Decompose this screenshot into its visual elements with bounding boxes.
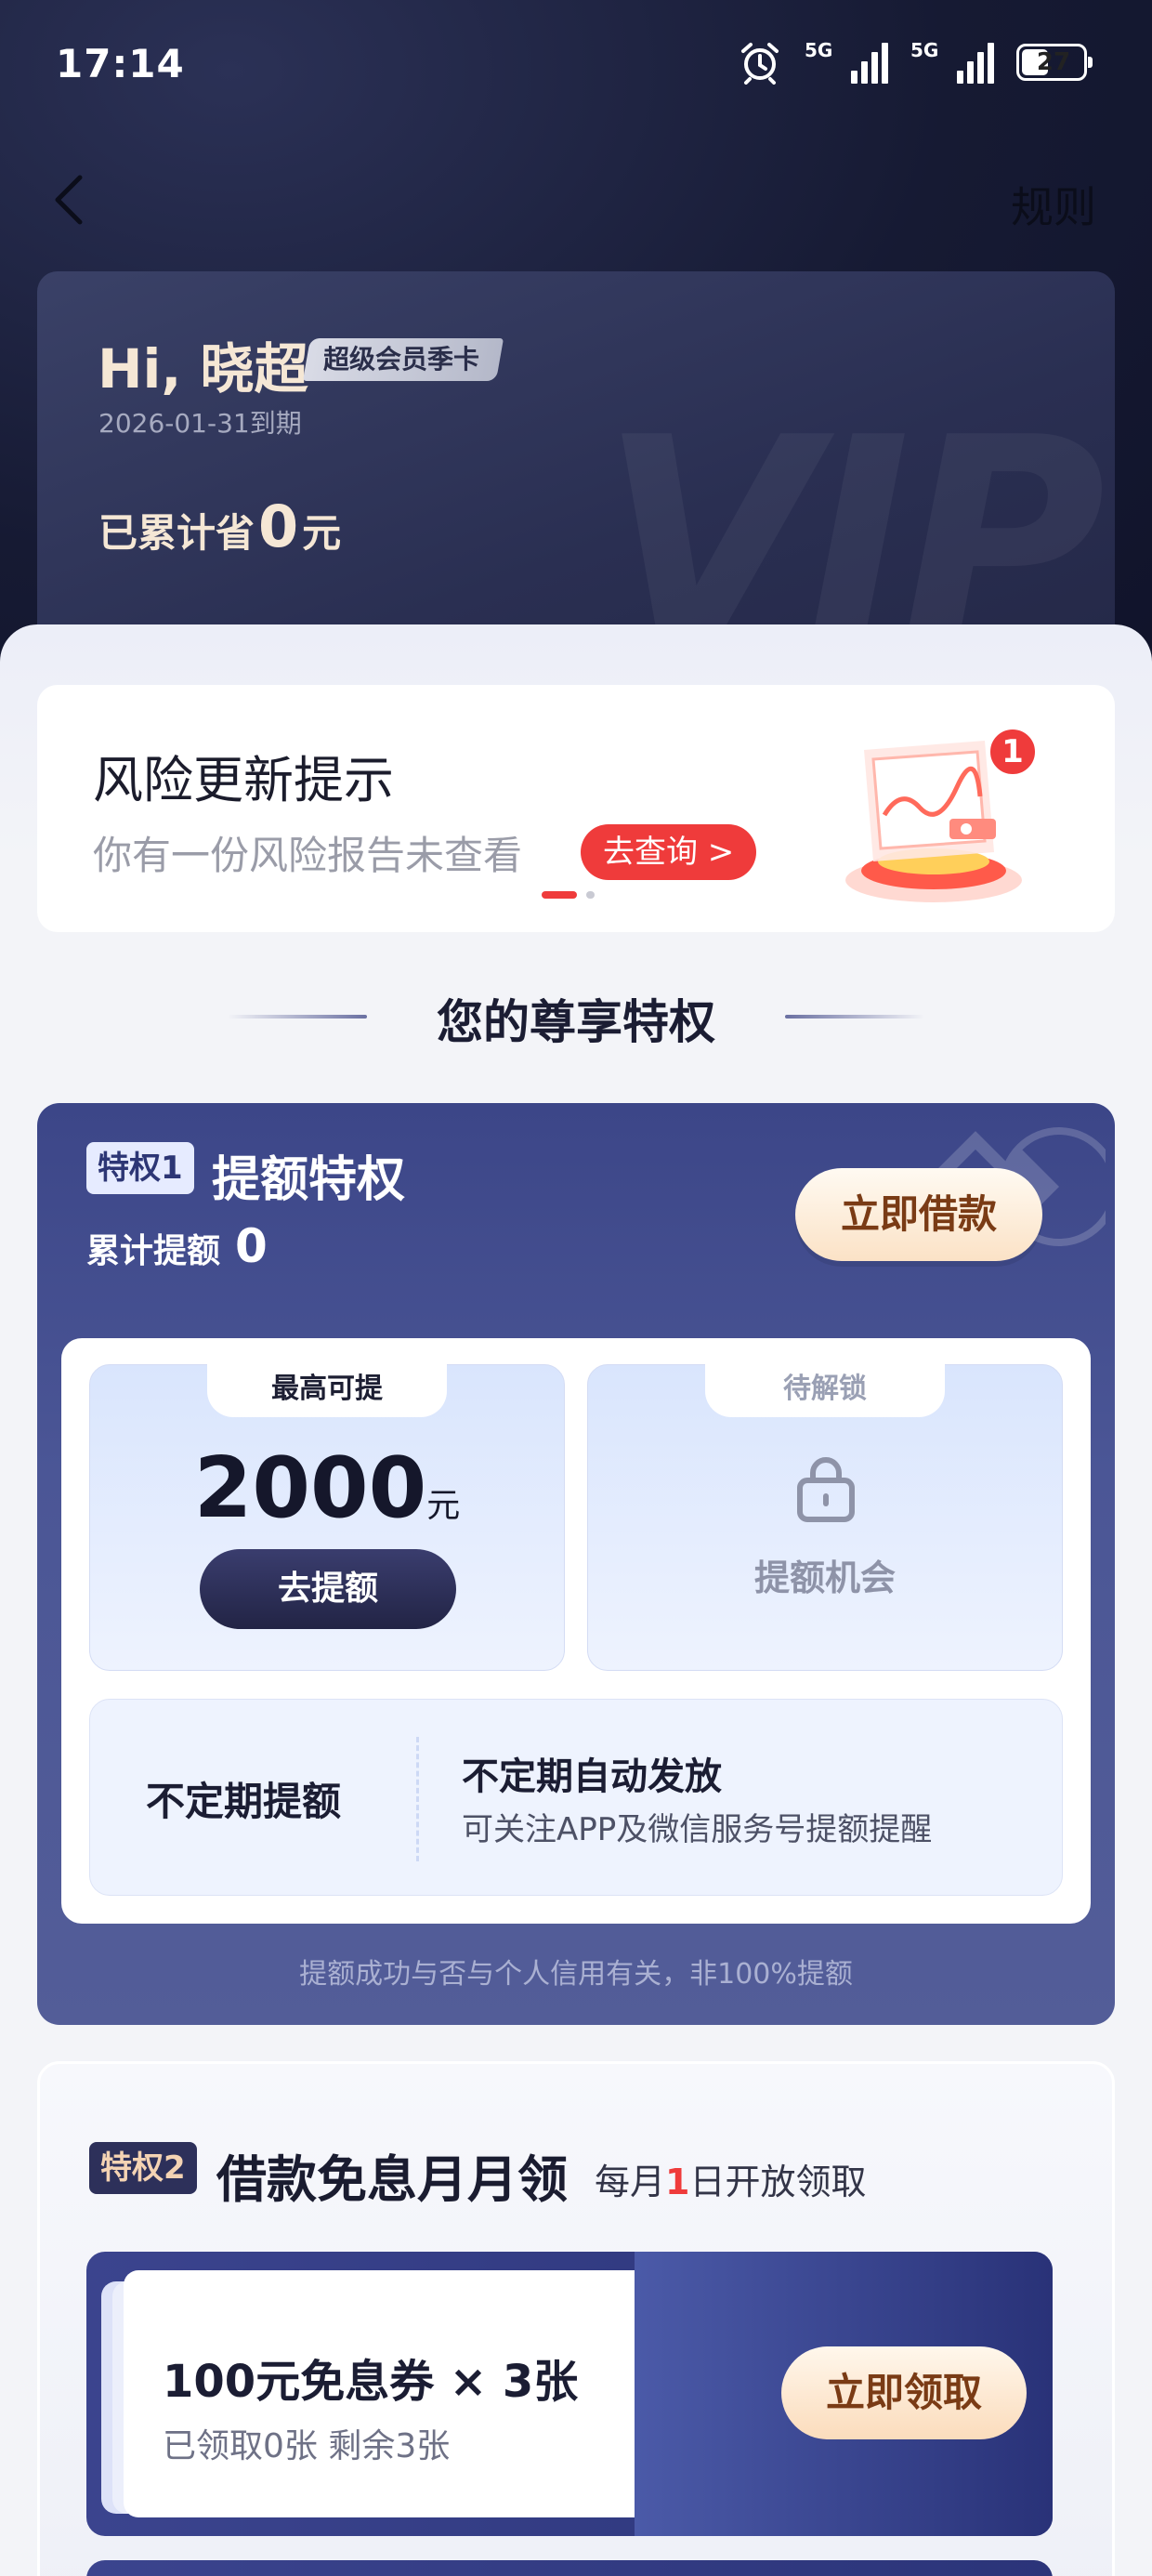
accumulated-value: 0 — [235, 1219, 268, 1273]
privilege-card-interest-free: 特权2 借款免息月月领 每月1日开放领取 100元免息券 × 3张 已领取0张 … — [37, 2061, 1115, 2576]
alarm-icon — [741, 43, 779, 85]
risk-title: 风险更新提示 — [93, 751, 394, 809]
locked-label: 提额机会 — [753, 1557, 896, 1598]
privilege-title: 提额特权 — [212, 1152, 406, 1208]
status-icons: 5G 5G 27 — [738, 37, 1093, 87]
tile-tab-label: 最高可提 — [207, 1363, 447, 1417]
locked-tile: 待解锁 提额机会 — [587, 1363, 1063, 1671]
raise-limit-button[interactable]: 去提额 — [200, 1549, 456, 1629]
irregular-label: 不定期提额 — [146, 1779, 342, 1824]
irregular-desc: 可关注APP及微信服务号提额提醒 — [462, 1811, 933, 1848]
expire-date: 2026-01-31到期 — [98, 408, 302, 439]
disclaimer-note: 提额成功与否与个人信用有关，非100%提额 — [299, 1958, 853, 1991]
carousel-dots — [542, 891, 595, 899]
section-title: 您的尊享特权 — [437, 995, 715, 1049]
max-limit-tile: 最高可提 2000元 去提额 — [89, 1363, 565, 1671]
signal-icon-2: 5G — [910, 39, 994, 84]
risk-banner[interactable]: 风险更新提示 你有一份风险报告未查看 去查询 > 1 — [37, 685, 1115, 932]
note-suffix: 日开放领取 — [689, 2162, 867, 2202]
status-time: 17:14 — [56, 41, 185, 86]
note-day: 1 — [665, 2162, 690, 2202]
signal-label-2: 5G — [910, 39, 939, 61]
tile-tab-label-locked: 待解锁 — [705, 1363, 945, 1417]
accumulated-limit: 累计提额 0 — [86, 1219, 268, 1273]
limit-panel: 最高可提 2000元 去提额 待解锁 提额机会 不定期提额 不定期自动发放 可关… — [61, 1338, 1091, 1924]
dashed-divider — [416, 1737, 419, 1861]
lock-icon — [797, 1457, 855, 1522]
amount-unit: 元 — [426, 1487, 461, 1525]
signal-label: 5G — [805, 39, 833, 61]
irregular-raise-row: 不定期提额 不定期自动发放 可关注APP及微信服务号提额提醒 — [89, 1699, 1063, 1896]
coupon-body: 100元免息券 × 3张 已领取0张 剩余3张 — [124, 2270, 635, 2517]
savings-total: 已累计省 0 元 — [98, 493, 341, 560]
vip-member-card: VIP Hi, 晓超 超级会员季卡 2026-01-31到期 已累计省 0 元 — [37, 271, 1115, 680]
status-bar: 17:14 5G 5G 27 — [0, 0, 1152, 139]
greeting: Hi, 晓超 — [98, 337, 308, 401]
membership-badge: 超级会员季卡 — [302, 338, 504, 381]
back-arrow-icon[interactable] — [46, 172, 93, 228]
privilege-tag: 特权1 — [86, 1142, 194, 1194]
notification-count: 1 — [1001, 733, 1024, 770]
coupon-card-next — [86, 2560, 1053, 2576]
signal-icon: 5G — [805, 39, 888, 84]
privilege-card-limit: 特权1 提额特权 累计提额 0 立即借款 最高可提 2000元 去提额 待解锁 … — [37, 1103, 1115, 2025]
battery-icon: 27 — [1016, 44, 1093, 81]
max-amount: 2000元 — [90, 1439, 564, 1537]
accumulated-label: 累计提额 — [86, 1232, 221, 1270]
query-button[interactable]: 去查询 > — [581, 824, 757, 880]
rules-link[interactable]: 规则 — [1011, 174, 1096, 235]
savings-amount: 0 — [258, 493, 299, 560]
monthly-open-note: 每月1日开放领取 — [595, 2153, 866, 2204]
coupon-status: 已领取0张 剩余3张 — [163, 2427, 451, 2465]
divider-right — [785, 1015, 924, 1019]
amount-value: 2000 — [193, 1439, 427, 1537]
privilege-tag-2: 特权2 — [89, 2142, 197, 2194]
battery-level: 27 — [1036, 48, 1071, 76]
savings-unit: 元 — [302, 510, 342, 556]
borrow-now-button[interactable]: 立即借款 — [795, 1168, 1042, 1261]
irregular-title: 不定期自动发放 — [462, 1755, 722, 1798]
savings-label: 已累计省 — [98, 510, 255, 556]
coupon-card: 100元免息券 × 3张 已领取0张 剩余3张 立即领取 — [86, 2252, 1053, 2536]
note-prefix: 每月 — [595, 2162, 666, 2202]
privilege-title-2: 借款免息月月领 — [216, 2150, 568, 2209]
risk-subtitle: 你有一份风险报告未查看 — [93, 833, 523, 878]
coupon-title: 100元免息券 × 3张 — [163, 2356, 579, 2408]
claim-now-button[interactable]: 立即领取 — [781, 2346, 1027, 2439]
